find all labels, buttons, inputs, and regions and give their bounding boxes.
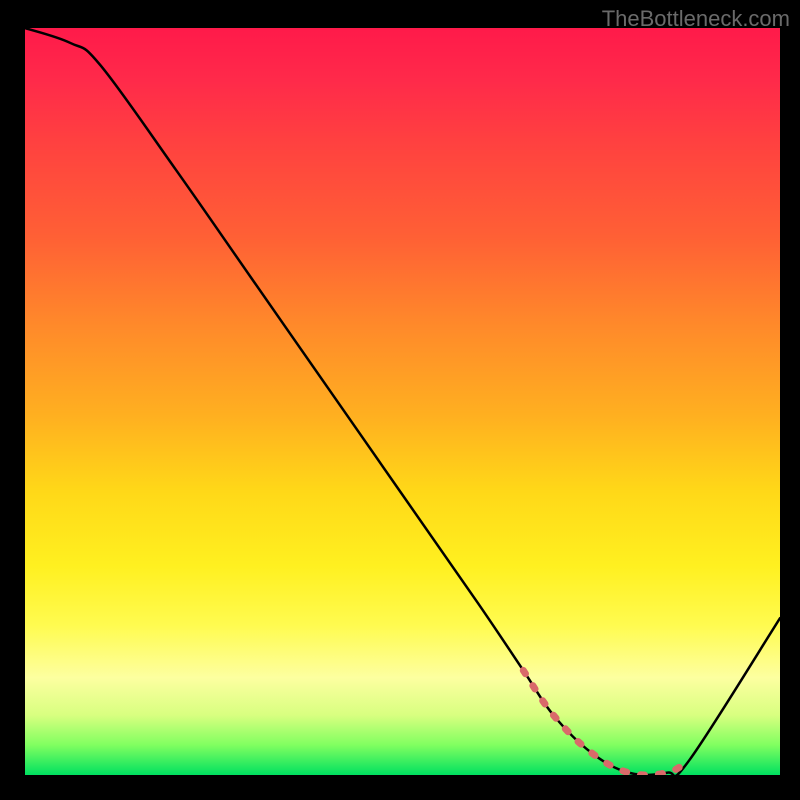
chart-plot-area [25, 28, 780, 775]
attribution-text: TheBottleneck.com [602, 6, 790, 32]
curve-main [25, 28, 780, 775]
chart-svg [25, 28, 780, 775]
curve-highlight [523, 670, 689, 775]
